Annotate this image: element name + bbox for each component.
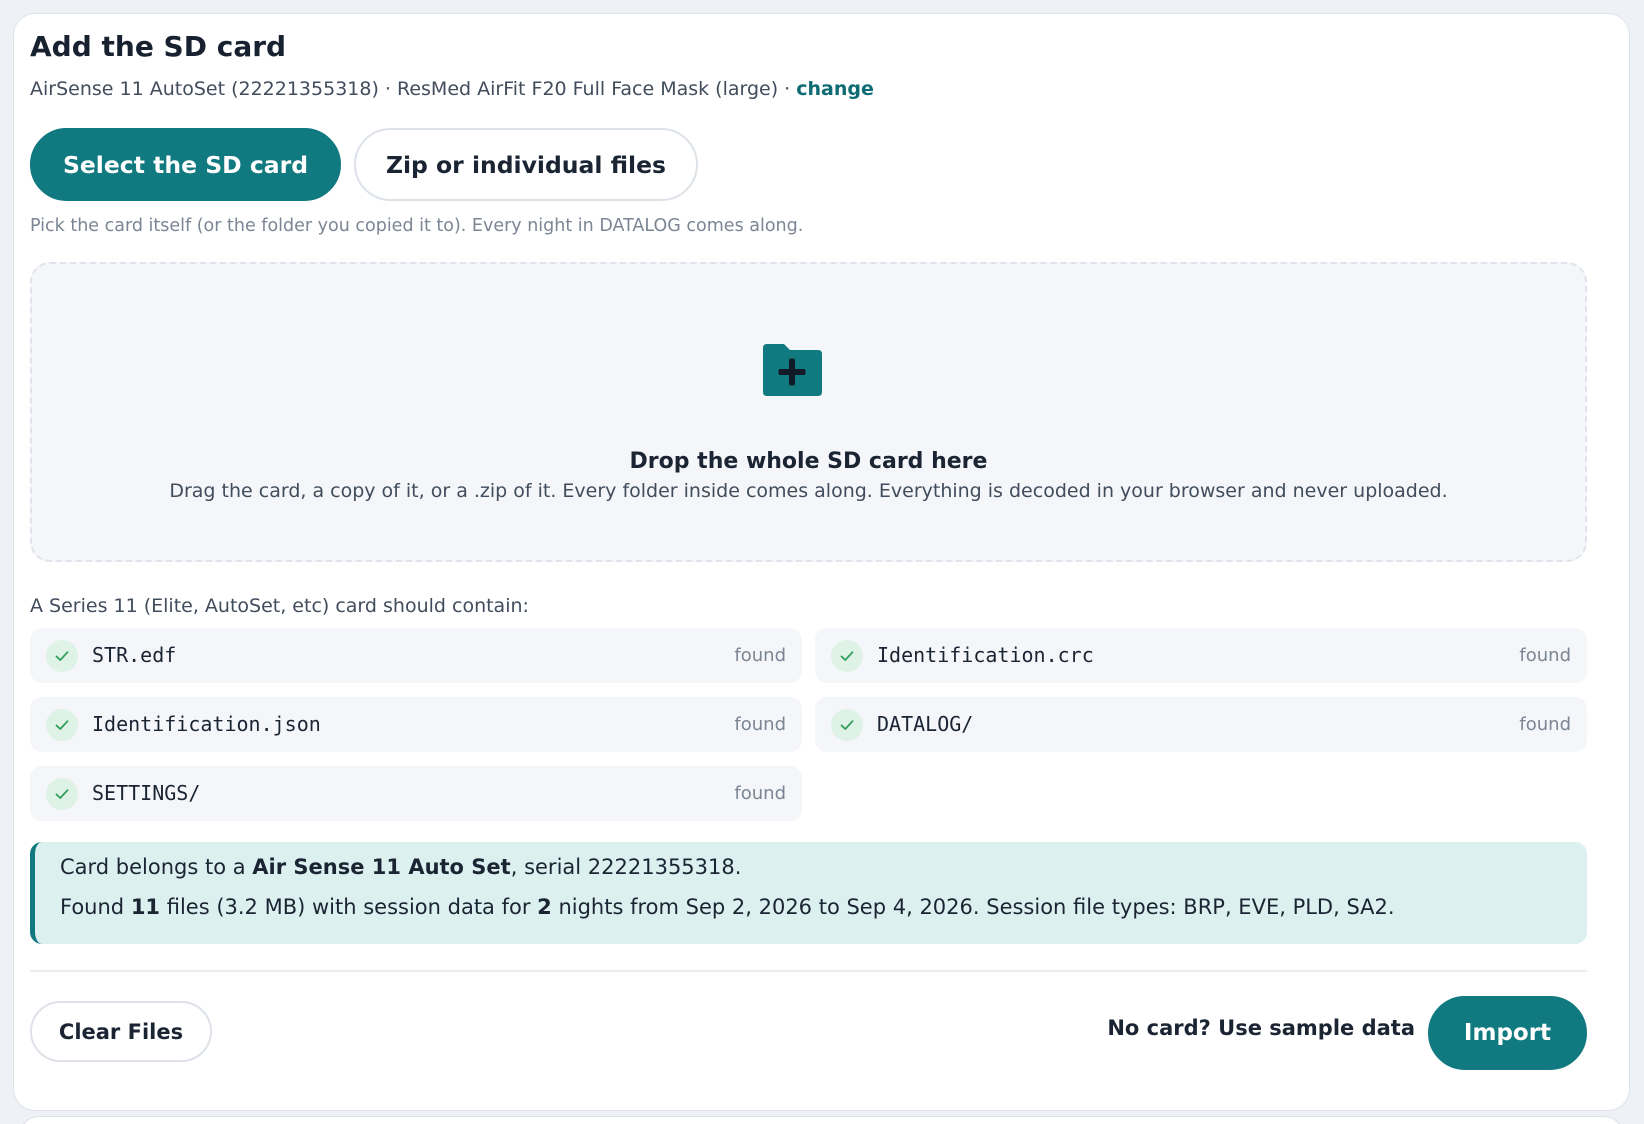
contents-label: A Series 11 (Elite, AutoSet, etc) card s… [30,595,529,617]
file-count: 11 [130,895,161,919]
zip-files-button[interactable]: Zip or individual files [354,128,698,201]
file-status: found [1519,714,1571,735]
file-status: found [734,645,786,666]
card-info-box: Card belongs to a Air Sense 11 Auto Set,… [30,842,1587,944]
file-name: Identification.json [92,712,321,736]
clear-files-button[interactable]: Clear Files [30,1001,212,1062]
source-hint: Pick the card itself (or the folder you … [30,216,804,236]
device-summary-text: AirSense 11 AutoSet (22221355318) · ResM… [30,78,797,100]
summary-part-a: Found [60,895,131,919]
check-icon [46,709,78,741]
file-item-settings: SETTINGS/ found [30,766,802,821]
import-button[interactable]: Import [1428,996,1587,1070]
device-summary: AirSense 11 AutoSet (22221355318) · ResM… [30,78,874,100]
summary-part-c: nights from Sep 2, 2026 to Sep 4, 2026. … [551,895,1395,919]
file-name: STR.edf [92,643,177,667]
change-device-link[interactable]: change [796,78,874,100]
serial-text: , serial 22221355318. [510,855,742,879]
file-item-str-edf: STR.edf found [30,628,802,683]
sample-data-link[interactable]: No card? Use sample data [1060,1016,1415,1040]
owner-prefix: Card belongs to a [60,855,253,879]
check-icon [46,778,78,810]
next-card [19,1116,1624,1124]
footer-divider [30,970,1587,972]
check-icon [831,709,863,741]
dropzone-subtitle: Drag the card, a copy of it, or a .zip o… [169,480,1448,502]
summary-part-b: files (3.2 MB) with session data for [160,895,538,919]
file-status: found [734,783,786,804]
folder-plus-icon [763,344,822,396]
session-summary-line: Found 11 files (3.2 MB) with session dat… [60,895,1395,919]
check-icon [831,640,863,672]
dropzone-title: Drop the whole SD card here [629,449,988,474]
file-item-datalog: DATALOG/ found [815,697,1587,752]
file-name: SETTINGS/ [92,781,201,805]
file-status: found [1519,645,1571,666]
file-item-identification-json: Identification.json found [30,697,802,752]
night-count: 2 [537,895,552,919]
file-status: found [734,714,786,735]
select-sd-card-button[interactable]: Select the SD card [30,128,341,201]
file-item-identification-crc: Identification.crc found [815,628,1587,683]
card-owner-line: Card belongs to a Air Sense 11 Auto Set,… [60,855,741,879]
page-title: Add the SD card [30,30,287,63]
device-name: Air Sense 11 Auto Set [252,855,511,879]
file-name: Identification.crc [877,643,1094,667]
check-icon [46,640,78,672]
file-name: DATALOG/ [877,712,974,736]
sd-card-dropzone[interactable] [30,262,1587,562]
